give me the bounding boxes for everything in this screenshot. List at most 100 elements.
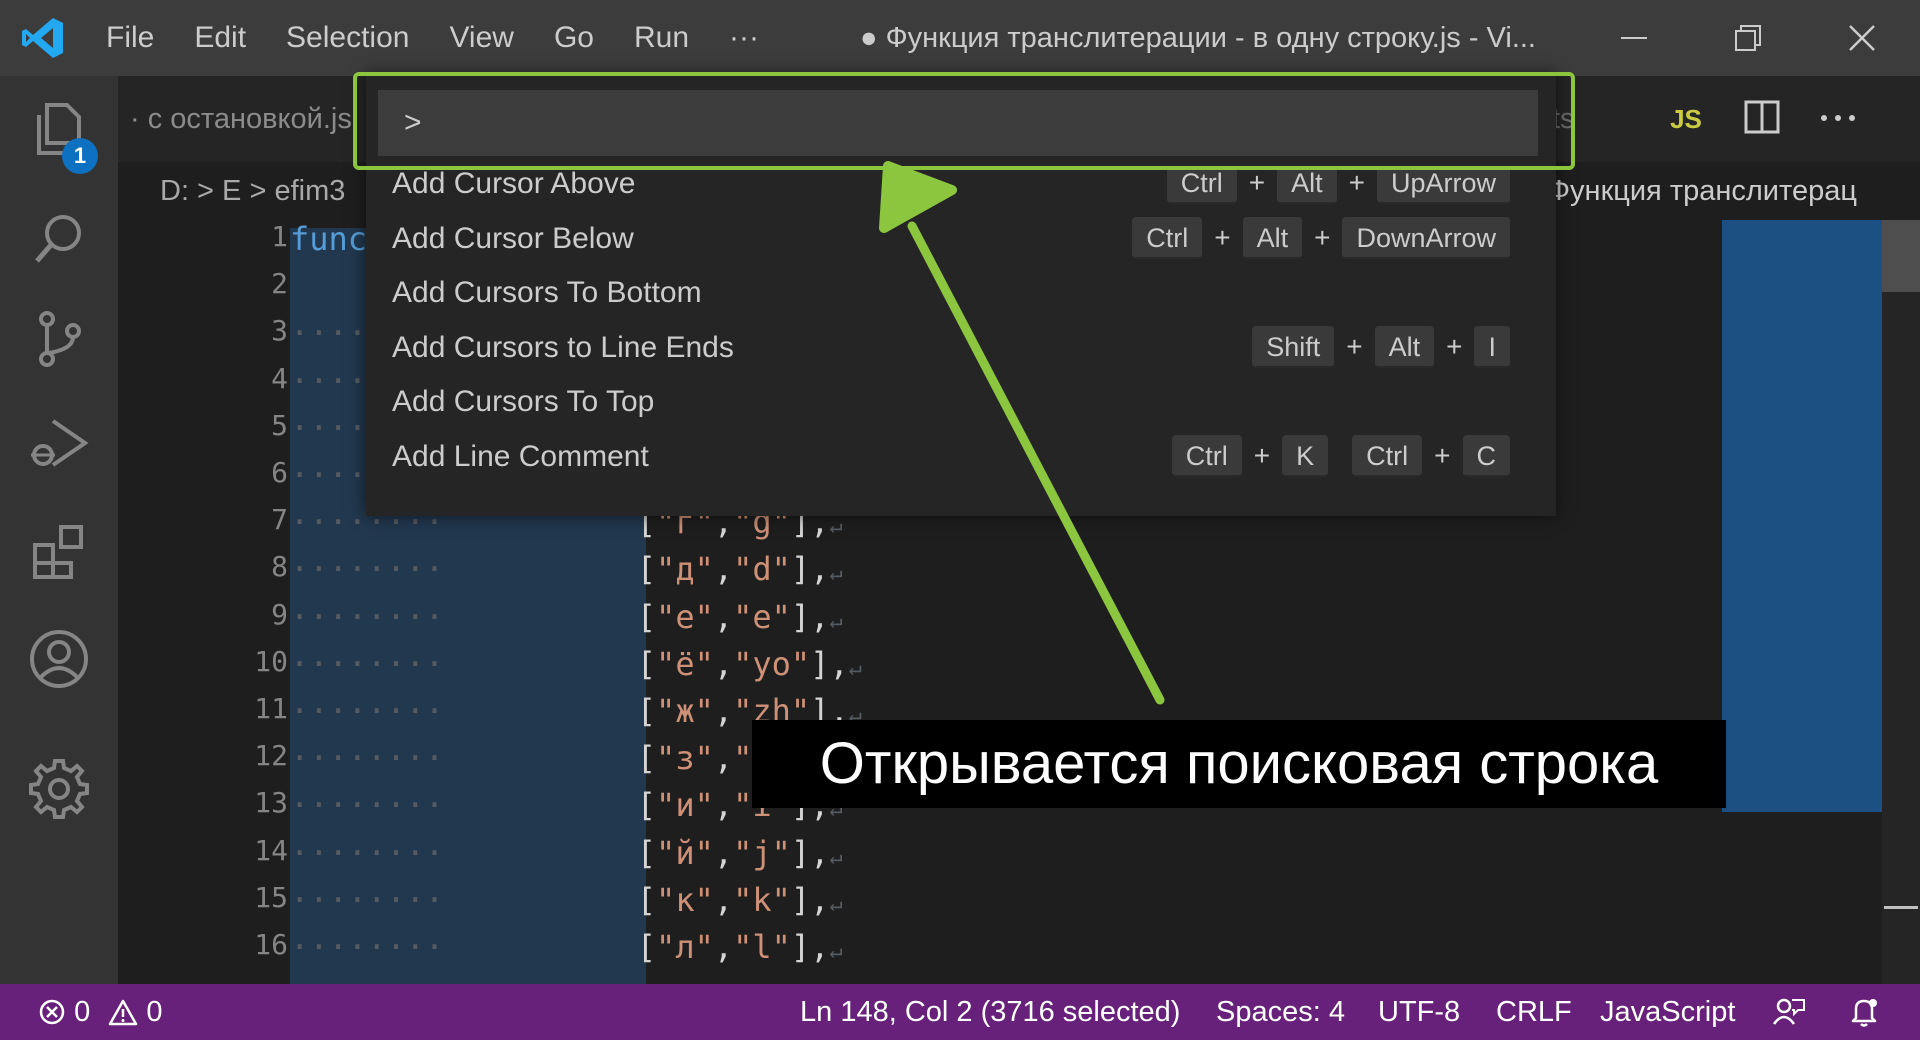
code-line: ········ ["й","j"],↵ — [290, 833, 843, 872]
vscode-logo-icon — [0, 0, 86, 76]
command-palette-list: Add Cursor Above Ctrl + Alt + UpArrow Add Curs… — [366, 166, 1556, 500]
key-cap: Ctrl — [1171, 435, 1242, 477]
indentation-status[interactable]: Spaces: 4 — [1216, 984, 1345, 1040]
line-number: 1 — [271, 220, 288, 253]
command-label: Add Line Comment — [392, 440, 649, 473]
command-palette-item[interactable]: Add Cursors to Line Ends Shift + Alt + I — [366, 320, 1556, 375]
key-cap: Alt — [1277, 166, 1337, 204]
keybinding: Ctrl + Alt + UpArrow — [1166, 166, 1510, 204]
line-number: 15 — [254, 880, 288, 914]
gear-icon — [27, 757, 91, 826]
key-cap: Shift — [1252, 325, 1335, 368]
menu-go[interactable]: Go — [534, 0, 614, 76]
minimap[interactable] — [1722, 220, 1882, 812]
menu-view[interactable]: View — [429, 0, 533, 76]
menu-run[interactable]: Run — [614, 0, 709, 76]
run-debug-button[interactable] — [0, 392, 118, 502]
line-number: 11 — [254, 692, 288, 725]
source-control-button[interactable] — [0, 286, 118, 396]
scrollbar-track[interactable] — [1882, 220, 1920, 984]
whitespace-line: ···· — [290, 314, 368, 353]
key-cap: I — [1474, 325, 1510, 368]
status-bar: 0 0 Ln 148, Col 2 (3716 selected) Spaces… — [0, 984, 1920, 1040]
cursor-position[interactable]: Ln 148, Col 2 (3716 selected) — [800, 984, 1180, 1040]
code-line: ········ ["ё","yo"],↵ — [290, 644, 862, 683]
search-icon — [29, 209, 89, 274]
line-number: 16 — [254, 928, 288, 961]
key-cap: Alt — [1374, 325, 1435, 368]
line-number: 10 — [254, 644, 288, 678]
restore-button[interactable] — [1690, 0, 1806, 76]
key-cap: C — [1462, 435, 1510, 477]
keybinding: Shift + Alt + I — [1252, 325, 1510, 368]
command-palette-item[interactable]: Add Line Comment Ctrl + K Ctrl + C — [366, 429, 1556, 484]
line-number: 7 — [271, 503, 288, 537]
line-number: 12 — [254, 739, 288, 773]
js-file-button[interactable]: JS — [1648, 76, 1724, 162]
explorer-badge: 1 — [62, 138, 98, 174]
key-cap: Ctrl — [1166, 166, 1237, 204]
command-palette-item[interactable]: Add Cursor Below Ctrl + Alt + DownArrow — [366, 211, 1556, 266]
line-number: 8 — [271, 550, 288, 584]
line-number: 14 — [254, 833, 288, 867]
command-palette-item[interactable]: Add Cursor Above Ctrl + Alt + UpArrow — [366, 166, 1556, 211]
caption: Открывается поисковая строка — [752, 720, 1726, 808]
activity-bar: 1 — [0, 76, 118, 984]
key-plus: + — [1348, 167, 1365, 198]
code-line: ········ ["л","l"],↵ — [290, 928, 843, 966]
minimize-button[interactable] — [1576, 0, 1692, 76]
warning-icon — [98, 996, 146, 1028]
problems-status[interactable]: 0 0 — [38, 984, 162, 1040]
key-cap: DownArrow — [1342, 216, 1510, 259]
key-cap: Ctrl — [1132, 216, 1203, 259]
line-number: 9 — [271, 597, 288, 631]
key-plus: + — [1214, 221, 1231, 253]
command-label: Add Cursors To Bottom — [392, 276, 702, 310]
command-label: Add Cursor Below — [392, 221, 634, 255]
code-keyword: func — [290, 220, 368, 258]
command-palette-item[interactable]: Add Cursors To Bottom — [366, 265, 1556, 320]
split-editor-button[interactable] — [1724, 76, 1800, 162]
keybinding: Ctrl + K Ctrl + C — [1171, 435, 1510, 477]
window-title: ● Функция транслитерации - в одну строку… — [860, 22, 1536, 54]
error-icon — [38, 996, 74, 1028]
menu-file[interactable]: File — [86, 0, 174, 76]
more-horizontal-icon — [1820, 110, 1856, 128]
feedback-button[interactable] — [1772, 984, 1806, 1040]
run-debug-icon — [27, 415, 91, 480]
scrollbar-thumb[interactable] — [1882, 220, 1920, 292]
whitespace-line: ···· — [290, 361, 368, 400]
key-plus: + — [1434, 440, 1451, 471]
menu-edit[interactable]: Edit — [174, 0, 266, 76]
title-bar: File Edit Selection View Go Run ··· ● Фу… — [0, 0, 1920, 76]
key-cap: UpArrow — [1376, 166, 1510, 204]
encoding-status[interactable]: UTF-8 — [1378, 984, 1460, 1040]
menu-more[interactable]: ··· — [709, 0, 779, 76]
menu-bar: File Edit Selection View Go Run ··· — [86, 0, 779, 76]
breadcrumb-file[interactable]: Функция транслитерац — [1548, 162, 1857, 220]
split-editor-icon — [1744, 99, 1780, 140]
extensions-button[interactable] — [0, 498, 118, 608]
menu-selection[interactable]: Selection — [266, 0, 429, 76]
notifications-button[interactable] — [1848, 984, 1880, 1040]
scroll-position-marker — [1884, 906, 1918, 909]
extensions-icon — [29, 521, 89, 586]
code-line-1: func — [290, 220, 367, 258]
bell-icon — [1848, 996, 1880, 1028]
more-actions-button[interactable] — [1800, 76, 1876, 162]
close-window-button[interactable] — [1804, 0, 1920, 76]
language-mode[interactable]: JavaScript — [1600, 984, 1735, 1040]
line-number: 6 — [271, 456, 288, 489]
highlight-frame — [353, 72, 1575, 170]
line-number: 5 — [271, 408, 288, 442]
manage-button[interactable] — [0, 736, 118, 846]
tab-partial-left[interactable]: · с остановкой.js — [118, 76, 352, 162]
key-plus: + — [1346, 330, 1363, 362]
accounts-button[interactable] — [0, 606, 118, 716]
search-button[interactable] — [0, 186, 118, 296]
eol-status[interactable]: CRLF — [1496, 984, 1572, 1040]
explorer-button[interactable]: 1 — [0, 76, 118, 186]
command-palette-item[interactable]: Add Cursors To Top — [366, 374, 1556, 429]
line-number: 13 — [254, 786, 288, 820]
breadcrumb-path[interactable]: D: > E > efim3 — [160, 162, 345, 220]
